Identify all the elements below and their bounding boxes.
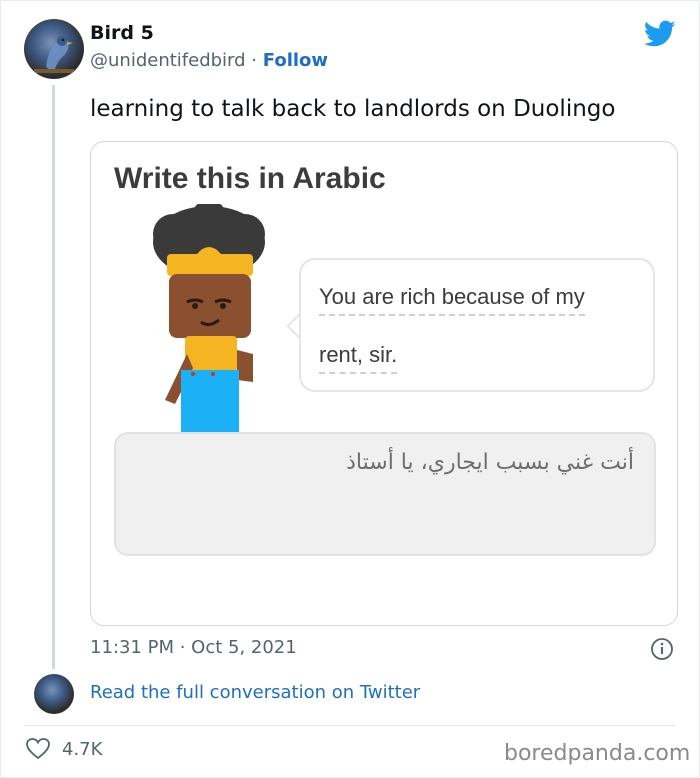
author-handle[interactable]: @unidentifedbird	[90, 50, 246, 71]
follow-button[interactable]: Follow	[263, 50, 328, 71]
speech-bubble: You are rich because of my rent, sir.	[299, 258, 655, 392]
bubble-text-line-2: rent, sir.	[319, 342, 398, 374]
separator-dot: ·	[251, 50, 258, 71]
tweet-text: learning to talk back to landlords on Du…	[90, 96, 616, 122]
bubble-text-line-1: You are rich because of my	[319, 284, 585, 316]
author-display-name[interactable]: Bird 5	[90, 22, 154, 44]
divider	[24, 725, 676, 726]
thread-line	[52, 85, 55, 669]
read-full-conversation-link[interactable]: Read the full conversation on Twitter	[90, 682, 420, 703]
lesson-instruction: Write this in Arabic	[114, 162, 386, 195]
answer-text-area: أنت غني بسبب ايجاري، يا أستاذ	[114, 432, 656, 556]
like-button[interactable]: 4.7K	[26, 738, 102, 760]
author-handle-row: @unidentifedbird · Follow	[90, 50, 328, 71]
author-avatar[interactable]	[24, 19, 84, 79]
like-count: 4.7K	[62, 738, 103, 760]
duolingo-character-illustration	[153, 204, 265, 434]
twitter-bird-icon[interactable]	[644, 20, 676, 48]
info-icon[interactable]	[650, 637, 674, 661]
tweet-media-image[interactable]: Write this in Arabic You are rich becaus…	[90, 141, 678, 626]
thread-avatar[interactable]	[34, 674, 74, 714]
heart-icon	[26, 738, 50, 760]
arabic-answer-text: أنت غني بسبب ايجاري، يا أستاذ	[346, 450, 634, 475]
tweet-timestamp[interactable]: 11:31 PM · Oct 5, 2021	[90, 637, 297, 658]
watermark: boredpanda.com	[504, 741, 691, 766]
